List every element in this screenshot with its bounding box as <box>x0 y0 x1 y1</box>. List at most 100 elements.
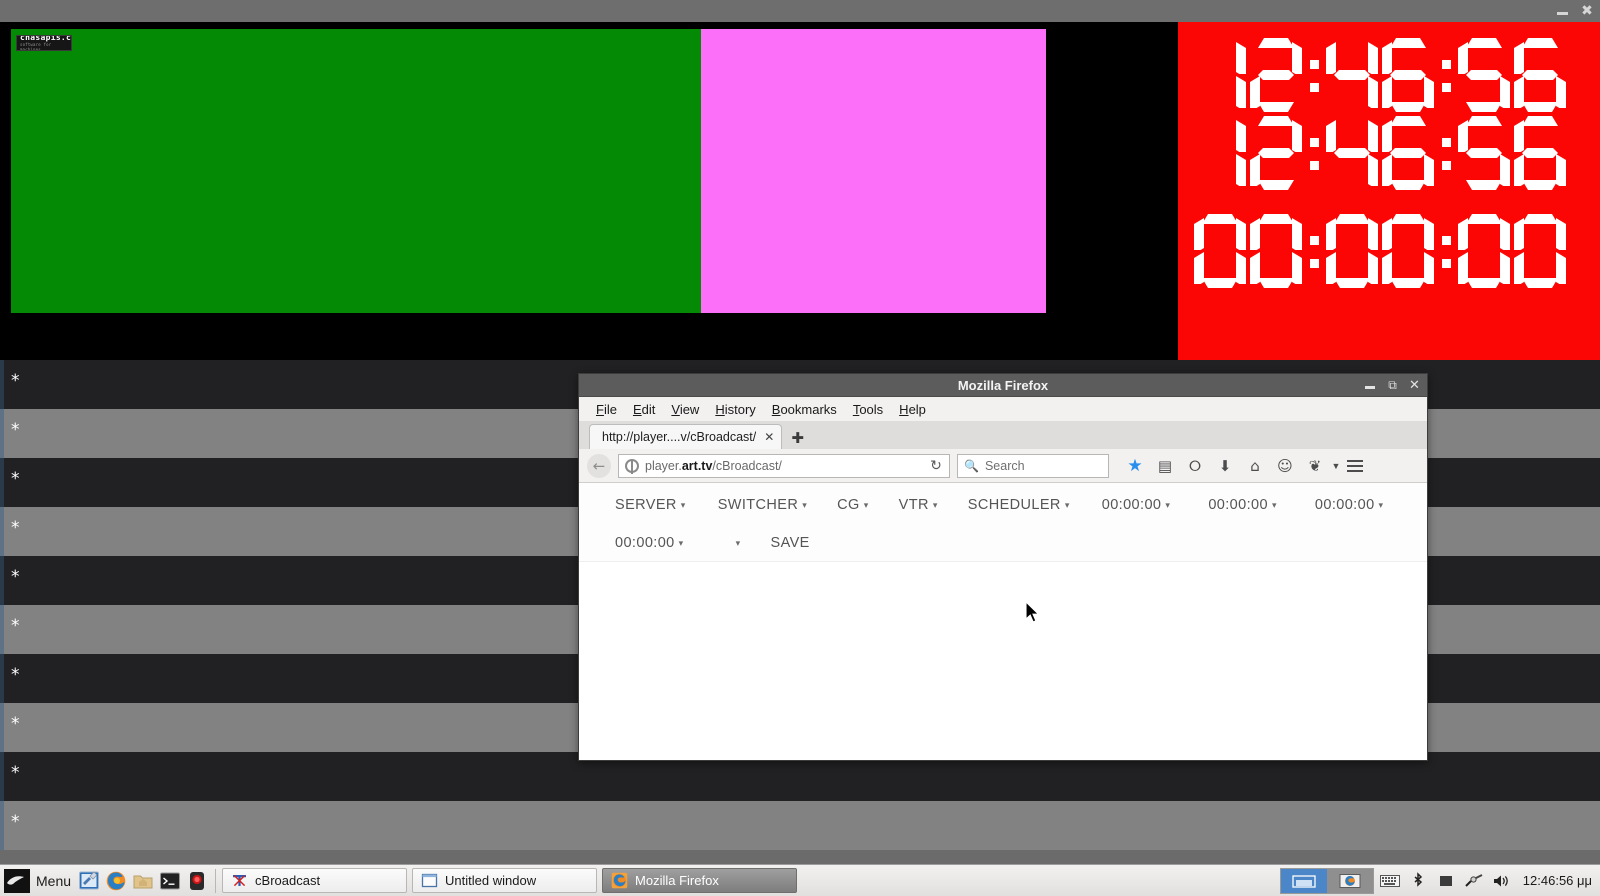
cbroadcast-app: chasapis.com software for machines <box>0 22 1600 360</box>
lcd-secondary-time <box>1192 116 1568 190</box>
chevron-down-icon: ▾ <box>863 499 869 510</box>
firefox-navbar: ← player.art.tv/cBroadcast/ ↻ 🔍 Search ★… <box>579 449 1427 483</box>
firefox-window-controls: ⧉ ✕ <box>1364 374 1421 397</box>
new-tab-icon[interactable]: ✚ <box>791 431 804 446</box>
taskbar: Menu cBroadcast Untitled window Mozilla … <box>0 864 1600 896</box>
addon-dropdown-icon[interactable]: ▼ <box>1330 461 1342 471</box>
chevron-down-icon: ▾ <box>1378 499 1384 510</box>
menu-help[interactable]: Help <box>892 400 933 419</box>
reader-list-icon[interactable]: ▤ <box>1150 452 1180 480</box>
workspace-1[interactable] <box>1280 868 1327 893</box>
search-placeholder: Search <box>984 458 1025 473</box>
pocket-icon[interactable]: ⭘ <box>1180 452 1210 480</box>
media-player-icon[interactable] <box>185 869 209 893</box>
taskbar-button-untitled-window[interactable]: Untitled window <box>412 868 598 893</box>
playlist-row-edge <box>0 409 4 458</box>
menu-edit[interactable]: Edit <box>626 400 662 419</box>
video-preview-magenta[interactable] <box>701 29 1046 313</box>
bug-addon-icon[interactable]: ❦ <box>1300 452 1330 480</box>
search-bar[interactable]: 🔍 Search <box>957 453 1109 478</box>
keyboard-icon[interactable] <box>1378 869 1402 893</box>
url-bar[interactable]: player.art.tv/cBroadcast/ ↻ <box>618 453 950 478</box>
menu-file[interactable]: File <box>589 400 624 419</box>
playlist-row-marker: * <box>11 567 20 587</box>
desktop-close-button[interactable]: ✖ <box>1580 4 1594 18</box>
firefox-minimize-button[interactable] <box>1364 379 1377 392</box>
playlist-row-edge <box>0 752 4 801</box>
desktop-minimize-button[interactable] <box>1556 4 1570 18</box>
terminal-icon[interactable] <box>158 869 182 893</box>
toolbar-row-primary: SERVER ▾ SWITCHER ▾ CG ▾ VTR ▾ SCHEDULER ▾ 00:00:0… <box>615 497 1427 513</box>
playlist-row-edge <box>0 801 4 850</box>
app-menu-00-00-00-5[interactable]: 00:00:00 ▾ <box>1102 497 1171 513</box>
reload-icon[interactable]: ↻ <box>926 458 946 474</box>
logo-line-1: chasapis.com <box>20 35 72 42</box>
app-menu-save-2[interactable]: SAVE <box>771 535 810 551</box>
app-menu-00-00-00-6[interactable]: 00:00:00 ▾ <box>1208 497 1277 513</box>
firefox-icon[interactable] <box>104 869 128 893</box>
volume-icon[interactable] <box>1490 869 1514 893</box>
downloads-icon[interactable]: ⬇ <box>1210 452 1240 480</box>
app-menu-00-00-00-0[interactable]: 00:00:00 ▾ <box>615 535 684 551</box>
start-menu-label: Menu <box>36 872 72 889</box>
bookmark-star-icon[interactable]: ★ <box>1120 452 1150 480</box>
chevron-down-icon: ▾ <box>932 499 938 510</box>
chasapis-logo: chasapis.com software for machines <box>16 35 72 51</box>
browser-tab[interactable]: http://player....v/cBroadcast/ ✕ <box>589 424 783 449</box>
playlist-row-marker: * <box>11 469 20 489</box>
desktop-topbar: ✖ <box>0 0 1600 22</box>
menu-bookmarks[interactable]: Bookmarks <box>765 400 844 419</box>
app-menu-cg-2[interactable]: CG ▾ <box>837 497 868 513</box>
toolbar-row-secondary: 00:00:00 ▾ ▾ SAVE <box>615 535 1427 551</box>
menu-tools[interactable]: Tools <box>846 400 890 419</box>
text-editor-icon[interactable] <box>77 869 101 893</box>
app-menu-dropdown-1[interactable]: ▾ <box>732 538 741 548</box>
playlist-row-marker: * <box>11 616 20 636</box>
firefox-window-title: Mozilla Firefox <box>957 377 1049 393</box>
system-tray: 12:46:56 μμ <box>1279 867 1600 894</box>
app-menu-label: CG <box>837 497 860 513</box>
taskbar-window-buttons: cBroadcast Untitled window Mozilla Firefox <box>216 868 1280 893</box>
taskbar-button-cbroadcast[interactable]: cBroadcast <box>222 868 408 893</box>
back-button-icon[interactable]: ← <box>587 453 611 478</box>
playlist-row[interactable]: * <box>0 801 1600 850</box>
app-menu-scheduler-4[interactable]: SCHEDULER ▾ <box>968 497 1070 513</box>
menu-history[interactable]: History <box>708 400 762 419</box>
playlist-row-marker: * <box>11 714 20 734</box>
desktop-screen: ✖ chasapis.com software for machines * * *… <box>0 0 1600 896</box>
app-menu-label: SAVE <box>770 535 810 551</box>
desktop-window-controls: ✖ <box>1556 0 1594 22</box>
app-menu-00-00-00-7[interactable]: 00:00:00 ▾ <box>1315 497 1384 513</box>
tray-clock[interactable]: 12:46:56 μμ <box>1518 873 1592 888</box>
workspace-2[interactable] <box>1326 868 1373 893</box>
playlist-row-marker: * <box>11 812 20 832</box>
web-page-body <box>579 562 1427 760</box>
app-menu-vtr-3[interactable]: VTR ▾ <box>899 497 938 513</box>
menu-view[interactable]: View <box>664 400 706 419</box>
close-tab-icon[interactable]: ✕ <box>764 430 774 444</box>
home-icon[interactable]: ⌂ <box>1240 452 1270 480</box>
playlist-row-marker: * <box>11 518 20 538</box>
app-menu-switcher-1[interactable]: SWITCHER ▾ <box>718 497 807 513</box>
start-menu-button[interactable]: Menu <box>0 868 77 893</box>
playlist-row-edge <box>0 654 4 703</box>
web-page-viewport: SERVER ▾ SWITCHER ▾ CG ▾ VTR ▾ SCHEDULER ▾ 00:00:0… <box>579 483 1427 760</box>
bluetooth-icon[interactable] <box>1406 869 1430 893</box>
firefox-close-button[interactable]: ✕ <box>1408 379 1421 392</box>
chevron-down-icon: ▾ <box>1064 499 1070 510</box>
hello-chat-icon[interactable]: ☺ <box>1270 452 1300 480</box>
display-icon[interactable] <box>1434 869 1458 893</box>
workspace-switcher[interactable] <box>1279 867 1374 894</box>
app-menu-server-0[interactable]: SERVER ▾ <box>615 497 686 513</box>
taskbar-button-mozilla-firefox[interactable]: Mozilla Firefox <box>602 868 798 893</box>
app-menu-label: SERVER <box>615 497 677 513</box>
file-manager-icon[interactable] <box>131 869 155 893</box>
app-menu-label: 00:00:00 <box>1208 497 1268 513</box>
brush-icon[interactable] <box>1462 869 1486 893</box>
app-menu-label: 00:00:00 <box>1314 497 1375 513</box>
firefox-maximize-button[interactable]: ⧉ <box>1386 379 1399 392</box>
video-preview-green[interactable]: chasapis.com software for machines <box>11 29 701 313</box>
clock-secondary-time <box>1192 114 1568 192</box>
firefox-toolbar-icons: ★ ▤ ⭘ ⬇ ⌂ ☺ ❦ ▼ <box>1120 452 1368 480</box>
hamburger-menu-icon[interactable] <box>1342 459 1368 472</box>
